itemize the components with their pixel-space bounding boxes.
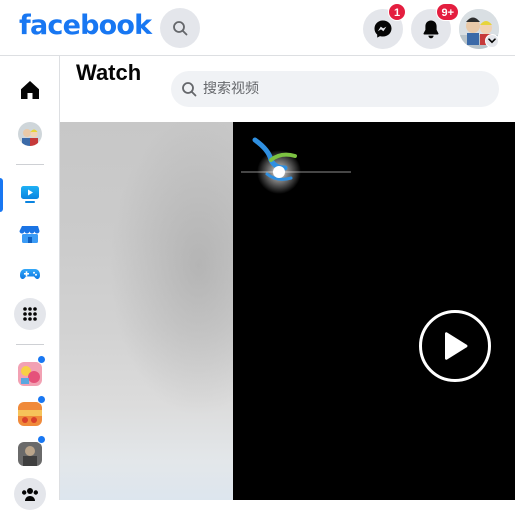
top-navigation-bar: facebook 1 9+ [0,0,515,56]
messenger-unread-badge: 1 [388,3,406,21]
watch-icon [21,186,39,203]
unread-dot [37,435,46,444]
chevron-down-icon [488,38,496,44]
rail-item-gaming[interactable] [10,254,50,294]
watch-search-box[interactable] [171,71,499,107]
messenger-button[interactable]: 1 [363,3,406,49]
messenger-icon [374,20,392,38]
active-indicator [0,178,3,212]
facebook-logo[interactable]: facebook [19,10,152,41]
play-icon [445,332,468,360]
search-icon [182,82,197,97]
gaming-icon [20,269,40,279]
rail-item-profile[interactable] [10,114,50,154]
unread-dot [37,395,46,404]
video-backdrop [60,122,233,500]
search-icon [173,21,188,36]
search-videos-input[interactable] [203,81,483,97]
play-button[interactable] [419,310,491,382]
left-navigation-rail [0,56,60,510]
channel-logo-icon [241,137,351,194]
account-menu-caret[interactable] [485,34,499,48]
avatar [18,122,42,146]
bell-icon [423,20,439,39]
marketplace-icon [19,226,40,243]
rail-item-marketplace[interactable] [10,214,50,254]
unread-dot [37,355,46,364]
home-icon [21,81,39,99]
page-title: Watch [76,60,142,85]
notifications-unread-badge: 9+ [436,3,459,21]
grid-menu-icon [14,298,46,330]
rail-item-groups[interactable] [10,474,50,514]
group-thumbnail [18,442,42,466]
notifications-button[interactable]: 9+ [411,3,459,49]
rail-item-home[interactable] [10,70,50,110]
rail-divider [16,344,44,345]
search-button[interactable] [160,8,200,48]
rail-item-watch[interactable] [10,174,50,214]
rail-item-menu[interactable] [10,294,50,334]
video-player[interactable] [233,122,515,500]
group-thumbnail [18,402,42,426]
groups-icon [14,478,46,510]
rail-divider [16,164,44,165]
group-thumbnail [18,362,42,386]
